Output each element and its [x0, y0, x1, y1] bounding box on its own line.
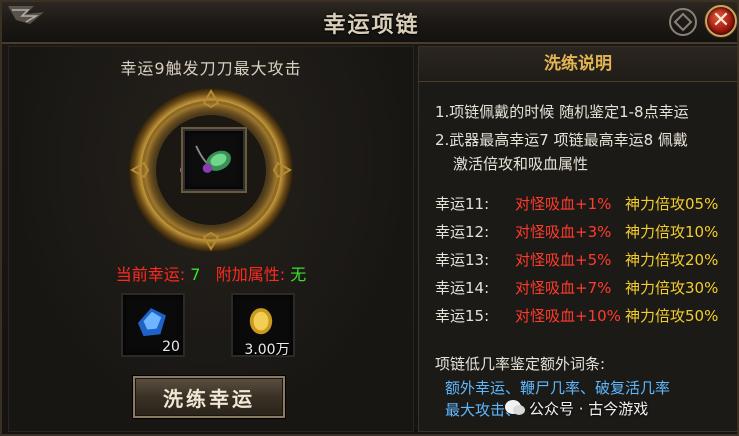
lifesteal-value: 对怪吸血+10% [515, 307, 621, 325]
extra-affix-title: 项链低几率鉴定额外词条: [435, 355, 606, 373]
lucky-necklace-window: 幸运项链 ✕ 幸运9触发刀刀最大攻击 当前幸运: 7 附加属性: 无 20 3.… [0, 0, 739, 436]
title-ornament-icon [669, 8, 697, 36]
necklace-slot[interactable] [183, 129, 245, 191]
multi-attack-value: 神力倍攻30% [625, 279, 719, 297]
right-panel: 洗练说明 1.项链佩戴的时候 随机鉴定1-8点幸运 2.武器最高幸运7 项链最高… [418, 46, 737, 432]
gem-count: 20 [162, 339, 180, 355]
luck-status-line: 当前幸运: 7 附加属性: 无 [9, 261, 413, 285]
lifesteal-value: 对怪吸血+1% [515, 195, 612, 213]
title-bar: 幸运项链 ✕ [2, 2, 737, 44]
watermark: 公众号 · 古今游戏 [529, 400, 649, 418]
necklace-icon [195, 145, 231, 173]
extra-attr-label: 附加属性: [215, 265, 286, 284]
luck-row: 幸运15: 对怪吸血+10% 神力倍攻50% [435, 305, 735, 325]
window-title: 幸运项链 [323, 12, 420, 38]
current-luck-label: 当前幸运: [115, 265, 186, 284]
refine-info-header: 洗练说明 [419, 47, 737, 82]
refine-luck-button[interactable]: 洗练幸运 [133, 376, 285, 418]
lifesteal-value: 对怪吸血+5% [515, 251, 612, 269]
luck-level: 幸运12: [435, 223, 490, 241]
multi-attack-value: 神力倍攻05% [625, 195, 719, 213]
lifesteal-value: 对怪吸血+7% [515, 279, 612, 297]
luck-level: 幸运15: [435, 307, 490, 325]
luck-row: 幸运11: 对怪吸血+1% 神力倍攻05% [435, 193, 735, 213]
rule-1: 1.项链佩戴的时候 随机鉴定1-8点幸运 [435, 103, 689, 121]
luck-row: 幸运12: 对怪吸血+3% 神力倍攻10% [435, 221, 735, 241]
luck-row: 幸运13: 对怪吸血+5% 神力倍攻20% [435, 249, 735, 269]
multi-attack-value: 神力倍攻20% [625, 251, 719, 269]
luck-level: 幸运11: [435, 195, 490, 213]
close-button[interactable]: ✕ [705, 5, 737, 37]
extra-attr-value: 无 [290, 265, 307, 284]
gold-count: 3.00万 [244, 342, 290, 358]
luck-level: 幸运14: [435, 279, 490, 297]
multi-attack-value: 神力倍攻50% [625, 307, 719, 325]
close-icon: ✕ [711, 8, 731, 33]
luck-trigger-heading: 幸运9触发刀刀最大攻击 [120, 59, 302, 78]
multi-attack-value: 神力倍攻10% [625, 223, 719, 241]
left-panel: 幸运9触发刀刀最大攻击 当前幸运: 7 附加属性: 无 20 3.00万 洗练幸… [8, 46, 414, 432]
current-luck-value: 7 [190, 265, 201, 284]
wechat-icon [505, 400, 525, 415]
extra-affix-line-1: 额外幸运、鞭尸几率、破复活几率 [445, 379, 671, 397]
luck-level: 幸运13: [435, 251, 490, 269]
lifesteal-value: 对怪吸血+3% [515, 223, 612, 241]
rule-2b: 激活倍攻和吸血属性 [453, 155, 589, 173]
luck-row: 幸运14: 对怪吸血+7% 神力倍攻30% [435, 277, 735, 297]
rule-2a: 2.武器最高幸运7 项链最高幸运8 佩戴 [435, 131, 688, 149]
